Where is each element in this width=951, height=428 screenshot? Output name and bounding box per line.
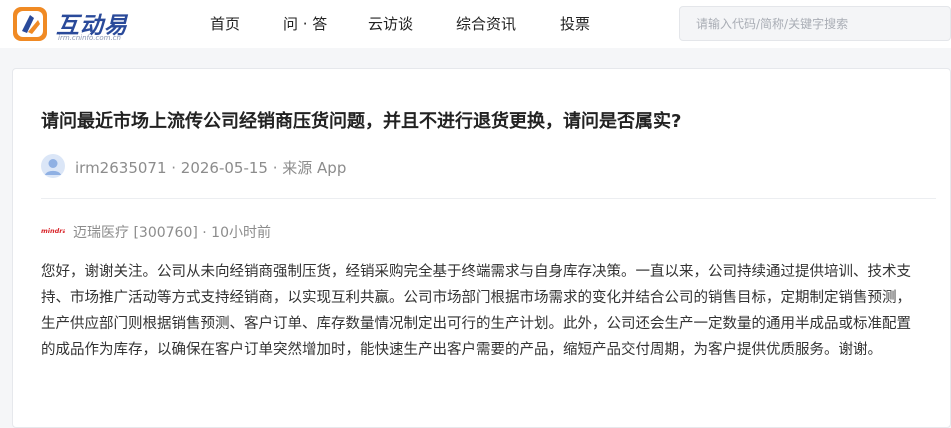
logo-icon bbox=[13, 7, 47, 41]
question-meta: irm2635071 · 2026-05-15 · 来源 App bbox=[75, 159, 347, 177]
nav-qa[interactable]: 问 · 答 bbox=[283, 13, 327, 34]
company-meta: 迈瑞医疗 [300760] · 10小时前 bbox=[73, 225, 271, 241]
divider bbox=[41, 198, 936, 199]
nav-news[interactable]: 综合资讯 bbox=[456, 13, 516, 34]
company-logo-text: mindray bbox=[41, 227, 65, 235]
nav-vote[interactable]: 投票 bbox=[560, 13, 590, 34]
search-input[interactable] bbox=[679, 6, 951, 41]
question-title: 请问最近市场上流传公司经销商压货问题，并且不进行退货更换，请问是否属实? bbox=[41, 111, 682, 132]
nav-home[interactable]: 首页 bbox=[210, 13, 240, 34]
user-avatar-icon[interactable] bbox=[41, 154, 65, 178]
logo-subtext: irm.cninfo.com.cn bbox=[58, 34, 121, 42]
company-logo[interactable]: mindray bbox=[41, 225, 65, 235]
site-logo[interactable]: 互动易 irm.cninfo.com.cn bbox=[12, 6, 172, 44]
nav-cloud-interview[interactable]: 云访谈 bbox=[368, 13, 413, 34]
answer-text: 您好，谢谢关注。公司从未向经销商强制压货，经销采购完全基于终端需求与自身库存决策… bbox=[41, 264, 911, 358]
top-nav-bar: 互动易 irm.cninfo.com.cn 首页 问 · 答 云访谈 综合资讯 … bbox=[0, 0, 951, 48]
qa-card: 请问最近市场上流传公司经销商压货问题，并且不进行退货更换，请问是否属实? irm… bbox=[12, 68, 951, 428]
